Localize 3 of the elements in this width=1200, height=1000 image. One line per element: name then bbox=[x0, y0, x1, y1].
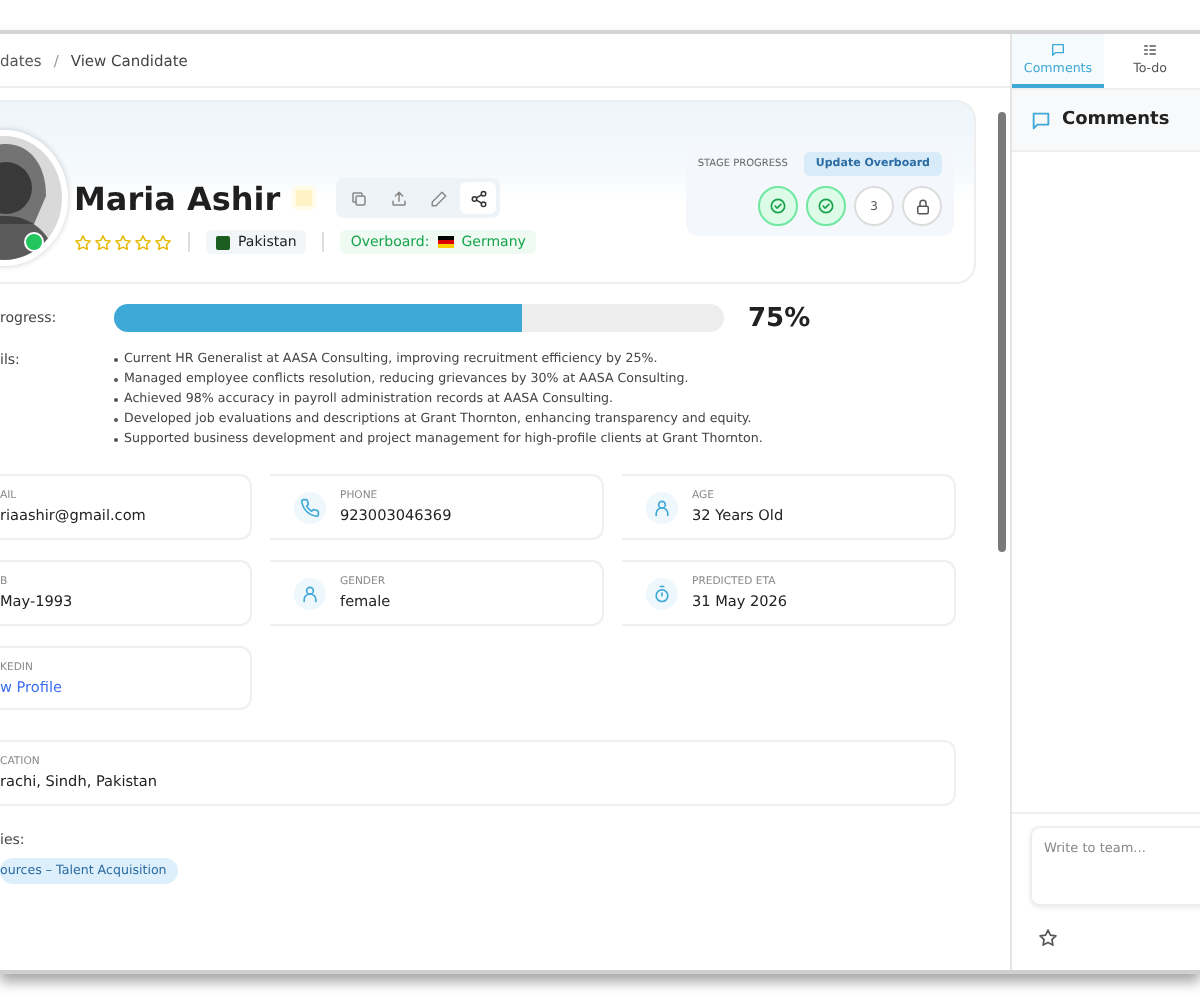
candidate-name: Maria Ashir bbox=[74, 179, 281, 217]
panel-title: Comments bbox=[1062, 110, 1170, 130]
progress-percentage: 75% bbox=[748, 303, 811, 333]
